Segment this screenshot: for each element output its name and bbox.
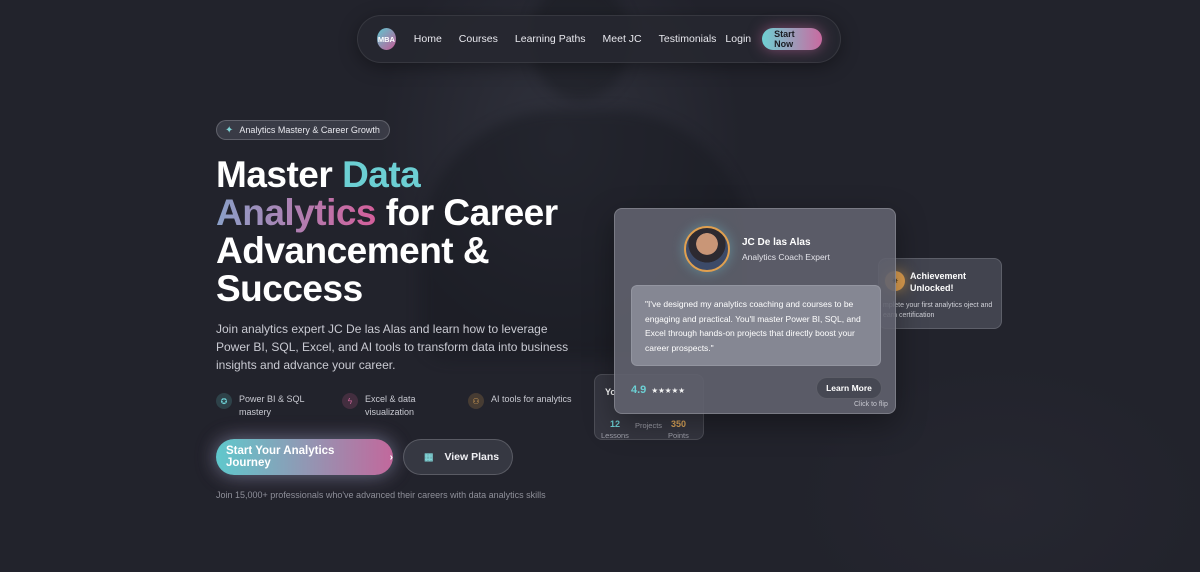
feature-item: ϟ Excel & data visualization (342, 393, 442, 419)
view-plans-button[interactable]: ▦ View Plans (403, 439, 513, 475)
stat-label: Projects (634, 421, 663, 430)
stat-points: 350 Points (668, 419, 689, 440)
start-journey-label: Start Your Analytics Journey (226, 445, 335, 469)
feature-label: AI tools for analytics (491, 394, 572, 404)
bolt-icon: ϟ (342, 393, 358, 409)
progress-stats: 12 Lessons Projects 350 Points (601, 419, 695, 440)
brand-logo[interactable]: MBA (377, 28, 396, 50)
feature-item: ⚇ AI tools for analytics (468, 393, 588, 409)
social-proof: Join 15,000+ professionals who've advanc… (216, 490, 546, 500)
nav-home[interactable]: Home (414, 33, 442, 45)
stat-value: 350 (670, 419, 686, 429)
stat-lessons: 12 Lessons (601, 419, 629, 440)
hero-headline: Master Data Analytics for Career Advancem… (216, 156, 636, 308)
coach-name: JC De las Alas (742, 237, 811, 248)
nav-meet-jc[interactable]: Meet JC (603, 33, 642, 45)
top-navigation: MBA Home Courses Learning Paths Meet JC … (357, 15, 841, 63)
feature-label: Power BI & SQL mastery (239, 394, 305, 417)
coach-card[interactable]: JC De las Alas Analytics Coach Expert "I… (614, 208, 896, 414)
rating-value: 4.9 (631, 384, 647, 396)
achievement-description: mplete your first analytics oject and ea… (883, 302, 993, 319)
star-rating-icon: ★★★★★ (651, 386, 685, 395)
start-journey-button[interactable]: Start Your Analytics Journey › (216, 439, 393, 475)
coach-avatar (684, 226, 730, 272)
feature-label: Excel & data visualization (365, 394, 416, 417)
calendar-icon: ▦ (424, 451, 434, 463)
stat-value: 12 (609, 419, 620, 429)
chevron-right-icon: › (389, 451, 393, 463)
stat-label: Points (668, 431, 689, 440)
hero-subtitle: Join analytics expert JC De las Alas and… (216, 322, 569, 372)
hero-tag: ✦ Analytics Mastery & Career Growth (216, 120, 390, 140)
feature-item: ✪ Power BI & SQL mastery (216, 393, 316, 419)
flip-hint: Click to flip (854, 401, 888, 408)
hero-tag-label: Analytics Mastery & Career Growth (239, 125, 380, 135)
stat-projects: Projects (634, 419, 663, 439)
nav-courses[interactable]: Courses (459, 33, 498, 45)
nav-testimonials[interactable]: Testimonials (659, 33, 717, 45)
view-plans-label: View Plans (444, 451, 500, 463)
coach-role: Analytics Coach Expert (742, 252, 830, 262)
sparkle-icon: ✦ (225, 124, 234, 136)
headline-master: Master (216, 154, 343, 195)
headline-data: Data (342, 154, 421, 195)
achievement-card: ✷ Achievement Unlocked! mplete your firs… (878, 258, 1002, 329)
nav-login[interactable]: Login (725, 33, 751, 45)
stat-label: Lessons (601, 431, 629, 440)
nav-learning-paths[interactable]: Learning Paths (515, 33, 586, 45)
award-icon: ✪ (216, 393, 232, 409)
coach-quote: "I've designed my analytics coaching and… (631, 285, 881, 366)
coach-rating: 4.9 ★★★★★ (631, 384, 685, 396)
learn-more-button[interactable]: Learn More (816, 377, 882, 399)
achievement-title: Achievement Unlocked! (910, 271, 967, 293)
users-icon: ⚇ (468, 393, 484, 409)
headline-analytics: Analytics (216, 192, 377, 233)
start-now-button[interactable]: Start Now (762, 28, 822, 50)
